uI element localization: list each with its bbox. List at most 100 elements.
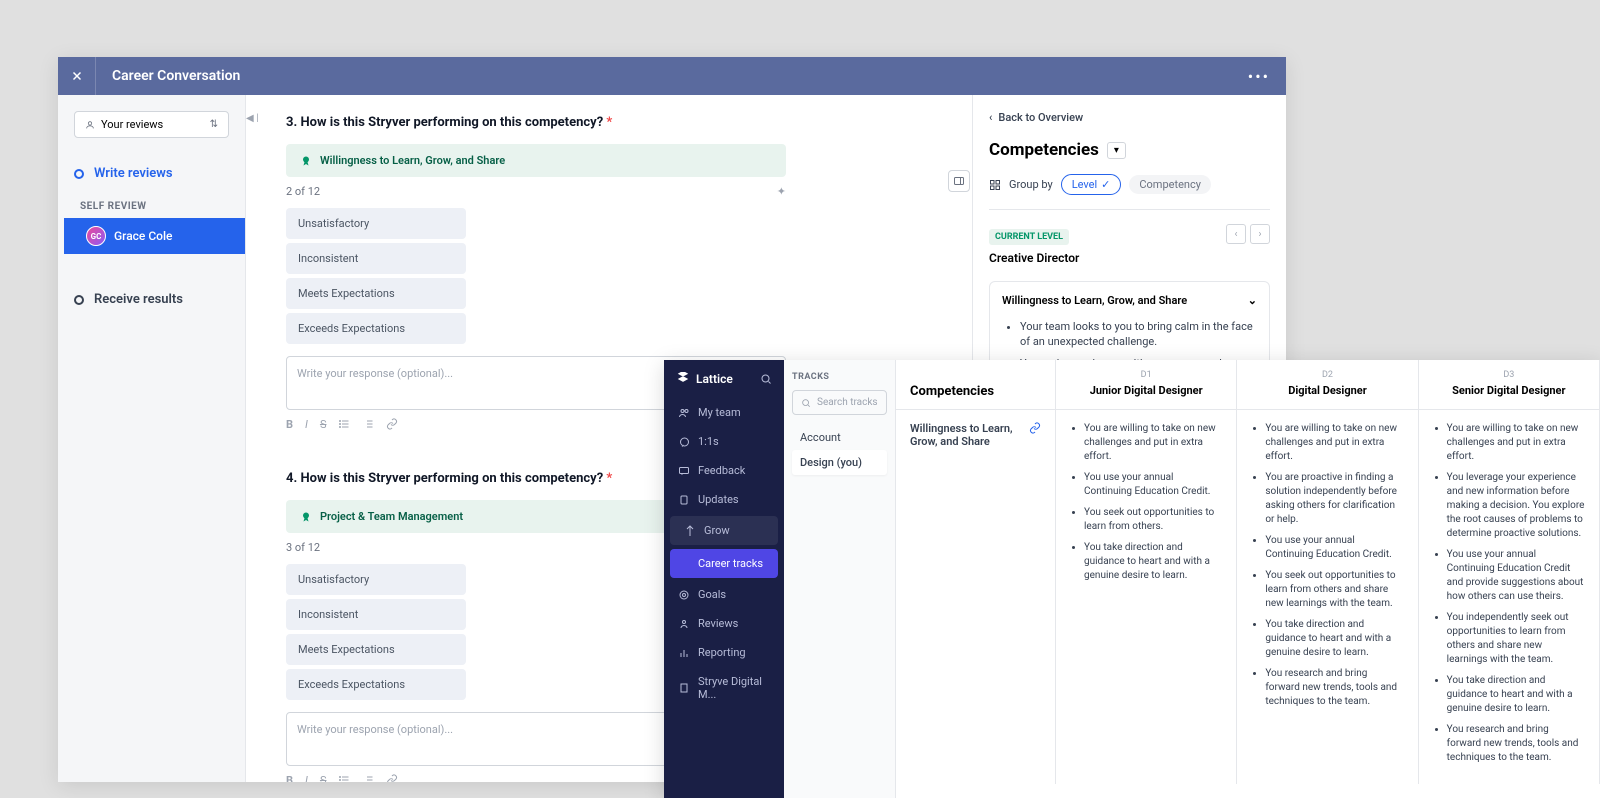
level-title: Junior Digital Designer xyxy=(1070,384,1222,397)
competency-pill: Willingness to Learn, Grow, and Share xyxy=(286,144,786,177)
clipboard-icon xyxy=(678,494,690,506)
rating-exceeds[interactable]: Exceeds Expectations xyxy=(286,669,466,700)
nav-updates[interactable]: Updates xyxy=(664,485,784,514)
self-review-label: SELF REVIEW xyxy=(58,189,245,218)
nav-reviews[interactable]: Reviews xyxy=(664,609,784,638)
check-icon: ✓ xyxy=(1101,178,1110,191)
italic-button[interactable]: I xyxy=(305,774,308,782)
circle-icon xyxy=(74,295,84,305)
tracks-panel: TRACKS Search tracks Account Design (you… xyxy=(784,360,896,798)
prev-level-button[interactable]: ‹ xyxy=(1226,224,1246,244)
matrix-row: Willingness to Learn, Grow, and Share Yo… xyxy=(896,410,1600,784)
lattice-sidebar: Lattice My team 1:1s Feedback Updates Gr… xyxy=(664,360,784,798)
current-level-badge: CURRENT LEVEL xyxy=(989,229,1069,245)
bold-button[interactable]: B xyxy=(286,418,293,431)
badge-icon xyxy=(300,155,312,167)
nav-grow[interactable]: Grow xyxy=(670,516,778,545)
avatar: GC xyxy=(86,226,106,246)
level-d2-cell: You are willing to take on new challenge… xyxy=(1237,410,1418,784)
question-text: 3. How is this Stryver performing on thi… xyxy=(286,115,932,130)
chevron-down-icon: ⌄ xyxy=(1248,294,1257,307)
chevron-left-icon: ‹ xyxy=(989,111,992,124)
back-link[interactable]: ‹ Back to Overview xyxy=(989,111,1270,124)
next-level-button[interactable]: › xyxy=(1250,224,1270,244)
rating-meets[interactable]: Meets Expectations xyxy=(286,634,466,665)
rating-unsatisfactory[interactable]: Unsatisfactory xyxy=(286,564,466,595)
search-icon[interactable] xyxy=(760,373,772,385)
chat-icon xyxy=(678,436,690,448)
dropdown-arrow-icon: ⇅ xyxy=(210,119,218,130)
strike-button[interactable]: S xyxy=(320,418,327,431)
close-icon xyxy=(70,69,84,83)
progress-indicator: 2 of 12 ✦ xyxy=(286,185,786,198)
person-icon xyxy=(85,120,95,130)
reviewer-grace-cole[interactable]: GC Grace Cole xyxy=(64,218,245,254)
rating-exceeds[interactable]: Exceeds Expectations xyxy=(286,313,466,344)
star-icon: ✦ xyxy=(777,185,786,198)
competency-matrix: Competencies D1Junior Digital Designer D… xyxy=(896,360,1600,798)
competency-name-cell: Willingness to Learn, Grow, and Share xyxy=(896,410,1056,784)
collapse-handle[interactable]: ◀ | xyxy=(246,113,259,124)
track-design[interactable]: Design (you) xyxy=(792,450,887,475)
italic-button[interactable]: I xyxy=(305,418,308,431)
expand-icon xyxy=(953,175,965,187)
nav-1on1s[interactable]: 1:1s xyxy=(664,427,784,456)
logo-icon xyxy=(676,372,690,386)
bullet-item: Your team looks to you to bring calm in … xyxy=(1020,319,1253,350)
search-icon xyxy=(801,398,811,408)
bold-button[interactable]: B xyxy=(286,774,293,782)
nav-company[interactable]: Stryve Digital M... xyxy=(664,667,784,709)
competencies-dropdown[interactable]: ▾ xyxy=(1107,142,1126,159)
rating-unsatisfactory[interactable]: Unsatisfactory xyxy=(286,208,466,239)
competencies-header: Competencies xyxy=(910,370,1041,399)
left-sidebar: Your reviews ⇅ Write reviews SELF REVIEW… xyxy=(58,95,246,782)
target-icon xyxy=(678,589,690,601)
number-list-icon[interactable] xyxy=(362,418,374,430)
strike-button[interactable]: S xyxy=(320,774,327,782)
people-icon xyxy=(678,407,690,419)
bullet-list-icon[interactable] xyxy=(338,774,350,782)
group-by-competency[interactable]: Competency xyxy=(1129,175,1211,194)
track-account[interactable]: Account xyxy=(792,425,887,450)
link-icon[interactable] xyxy=(386,774,398,782)
level-d1-cell: You are willing to take on new challenge… xyxy=(1056,410,1237,784)
rating-inconsistent[interactable]: Inconsistent xyxy=(286,243,466,274)
number-list-icon[interactable] xyxy=(362,774,374,782)
group-by-control: Group by Level ✓ Competency xyxy=(989,174,1270,210)
grow-icon xyxy=(684,525,696,537)
window-title: Career Conversation xyxy=(112,68,240,84)
competencies-title: Competencies xyxy=(989,140,1099,160)
rating-meets[interactable]: Meets Expectations xyxy=(286,278,466,309)
nav-receive-results[interactable]: Receive results xyxy=(58,284,245,315)
expand-panel-button[interactable] xyxy=(948,170,970,192)
reviews-icon xyxy=(678,618,690,630)
nav-my-team[interactable]: My team xyxy=(664,398,784,427)
bullet-list-icon[interactable] xyxy=(338,418,350,430)
reviews-dropdown[interactable]: Your reviews ⇅ xyxy=(74,111,229,138)
tracks-label: TRACKS xyxy=(792,372,887,382)
nav-reporting[interactable]: Reporting xyxy=(664,638,784,667)
link-icon[interactable] xyxy=(386,418,398,430)
nav-feedback[interactable]: Feedback xyxy=(664,456,784,485)
message-icon xyxy=(678,465,690,477)
lattice-logo: Lattice xyxy=(664,360,784,398)
lattice-window: Lattice My team 1:1s Feedback Updates Gr… xyxy=(664,360,1600,798)
level-title: Digital Designer xyxy=(1251,384,1403,397)
building-icon xyxy=(678,682,690,694)
level-code: D3 xyxy=(1433,370,1585,380)
search-tracks-input[interactable]: Search tracks xyxy=(792,390,887,415)
nav-career-tracks[interactable]: Career tracks xyxy=(670,549,778,578)
nav-write-reviews[interactable]: Write reviews xyxy=(58,158,245,189)
accordion-header[interactable]: Willingness to Learn, Grow, and Share ⌄ xyxy=(990,282,1269,319)
window-header: Career Conversation ••• xyxy=(58,57,1286,95)
level-title: Senior Digital Designer xyxy=(1433,384,1585,397)
rating-inconsistent[interactable]: Inconsistent xyxy=(286,599,466,630)
more-menu[interactable]: ••• xyxy=(1248,67,1270,86)
matrix-header: Competencies D1Junior Digital Designer D… xyxy=(896,360,1600,410)
chart-icon xyxy=(678,647,690,659)
nav-goals[interactable]: Goals xyxy=(664,580,784,609)
group-by-level[interactable]: Level ✓ xyxy=(1061,174,1122,195)
close-button[interactable] xyxy=(58,57,96,95)
level-d3-cell: You are willing to take on new challenge… xyxy=(1419,410,1600,784)
link-icon[interactable] xyxy=(1029,422,1041,434)
